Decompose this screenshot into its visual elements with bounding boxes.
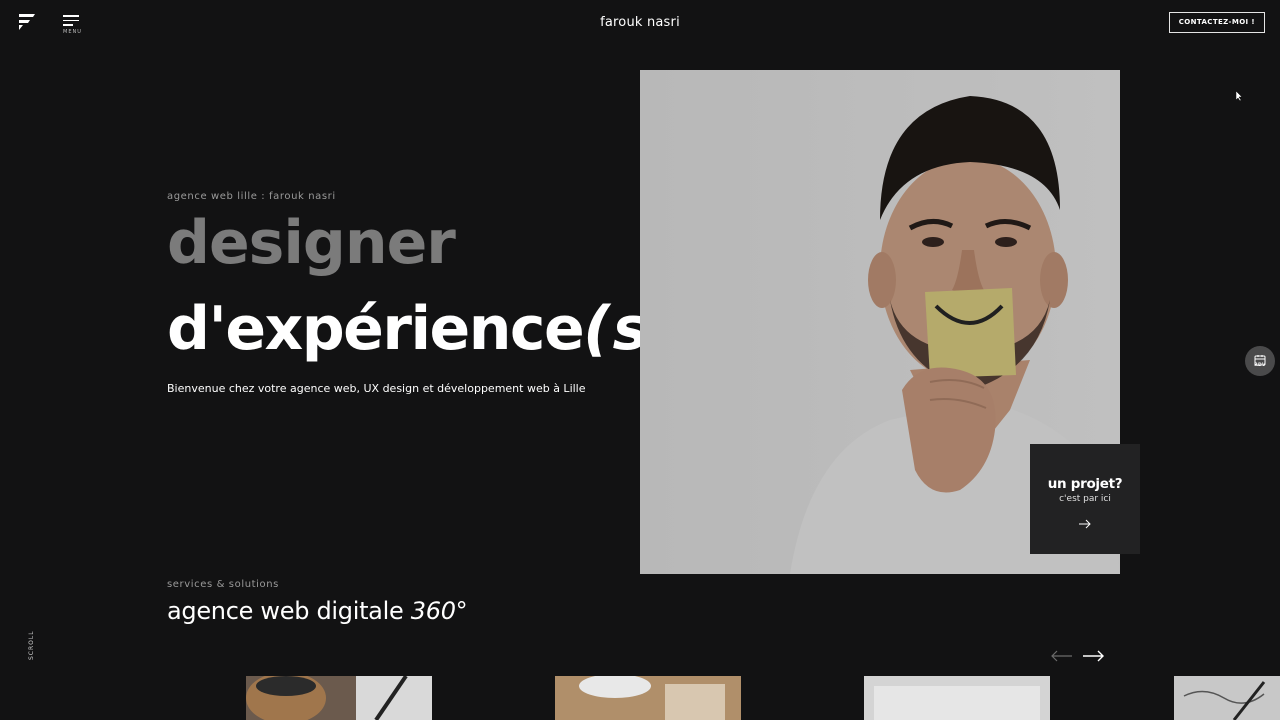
hero-headline-designer: designer: [167, 208, 456, 278]
service-thumbnail[interactable]: [1174, 676, 1280, 720]
services-kicker: services & solutions: [167, 579, 279, 590]
project-card-title: un projet?: [1047, 476, 1123, 492]
arrow-right-icon: [1083, 650, 1104, 662]
service-thumbnail[interactable]: [555, 676, 741, 720]
services-title-accent: 360°: [410, 597, 468, 625]
site-brand[interactable]: farouk nasri: [0, 15, 1280, 30]
project-card-subtitle: c'est par ici: [1059, 494, 1111, 504]
arrow-left-icon: [1051, 650, 1072, 662]
scroll-indicator: SCROLL: [28, 630, 58, 667]
hero-intro: Bienvenue chez votre agence web, UX desi…: [167, 382, 586, 395]
rdv-label: RDV: [1254, 363, 1266, 368]
service-thumbnail[interactable]: [864, 676, 1050, 720]
hero-headline-experience: d'expérience(s): [167, 292, 680, 366]
services-title-text: agence web digitale: [167, 597, 404, 625]
calendar-icon: [1254, 351, 1266, 366]
mouse-cursor-icon: [1235, 86, 1243, 102]
services-title: agence web digitale 360°: [167, 597, 468, 625]
service-thumbnail[interactable]: [246, 676, 432, 720]
carousel-next-button[interactable]: [1081, 648, 1105, 662]
project-card[interactable]: un projet? c'est par ici: [1030, 444, 1140, 554]
rdv-button[interactable]: RDV: [1245, 346, 1275, 376]
arrow-right-icon: [1078, 514, 1092, 529]
hero-headline-experience-text: d'expérience: [167, 294, 585, 364]
scroll-label: SCROLL: [28, 630, 35, 660]
page: MENU farouk nasri CONTACTEZ-MOI ! agence…: [0, 0, 1280, 720]
contact-button[interactable]: CONTACTEZ-MOI !: [1168, 12, 1265, 33]
hero-kicker: agence web lille : farouk nasri: [167, 191, 336, 202]
carousel-prev-button[interactable]: [1050, 648, 1074, 662]
